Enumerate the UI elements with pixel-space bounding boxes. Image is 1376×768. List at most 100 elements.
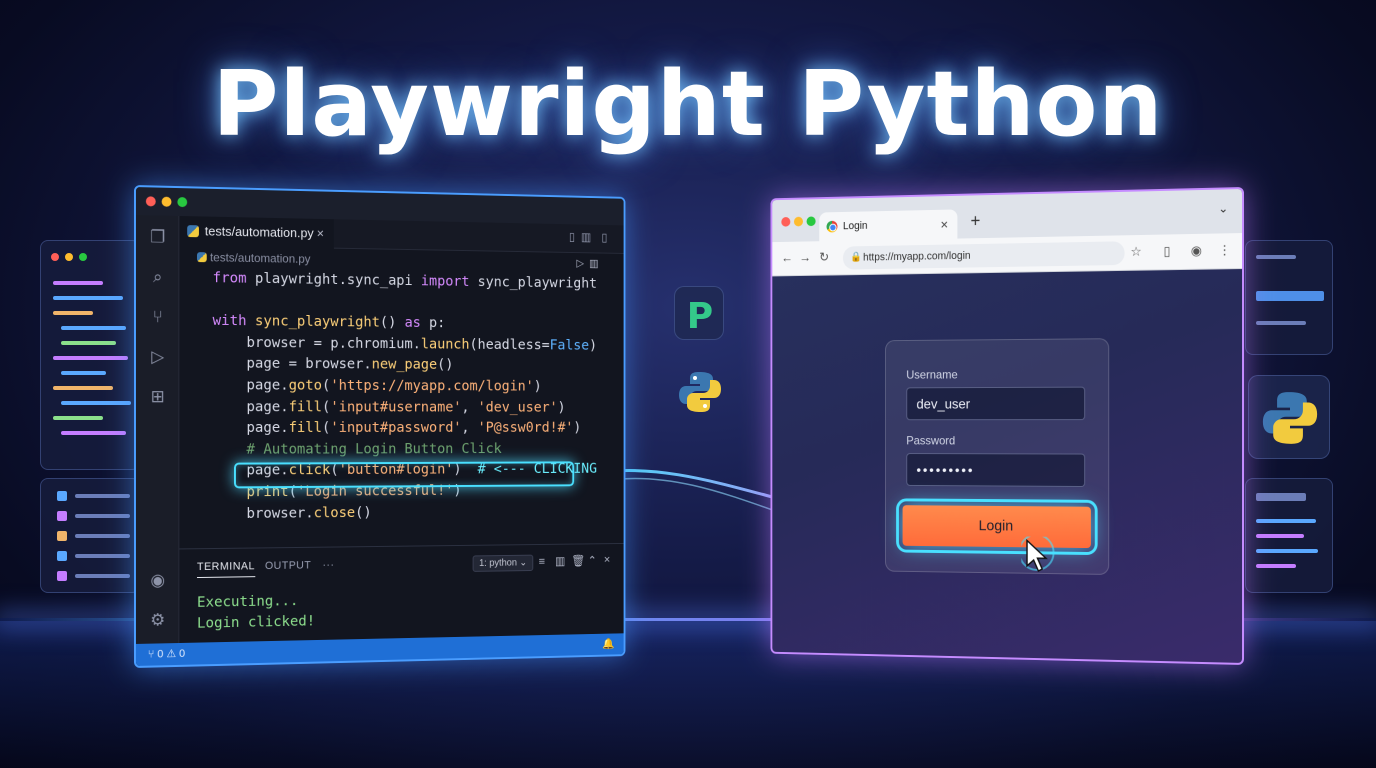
code-token: 'input#username' <box>330 399 462 415</box>
run-icon[interactable]: ▷ <box>576 257 584 270</box>
minimize-dot[interactable] <box>161 196 172 207</box>
code-token: , <box>461 399 478 415</box>
code-token: page. <box>212 377 289 394</box>
terminal-maximize-icon[interactable]: ⌃ <box>588 554 597 567</box>
close-dot[interactable] <box>145 196 156 207</box>
account-icon[interactable]: ◉ <box>148 571 168 591</box>
code-area[interactable]: from playwright.sync_api import sync_pla… <box>213 270 597 527</box>
maximize-dot[interactable] <box>806 216 816 227</box>
explorer-icon[interactable]: ❐ <box>148 227 168 247</box>
code-token: with <box>212 313 255 330</box>
source-control-icon[interactable]: ⑂ <box>148 307 168 327</box>
bell-icon[interactable]: 🔔 <box>602 634 614 655</box>
code-token: ) <box>557 399 566 416</box>
settings-gear-icon[interactable]: ⚙ <box>148 610 168 630</box>
background-panel-left-bottom <box>40 478 140 593</box>
code-token: launch <box>420 336 470 353</box>
more-icon[interactable]: ··· <box>322 559 334 571</box>
code-token: p: <box>429 315 446 332</box>
activity-bar: ❐ ⌕ ⑂ ▷ ⊞ ◉ ⚙ <box>135 215 180 644</box>
background-panel-left-top <box>40 240 140 470</box>
code-token: () <box>379 315 405 331</box>
code-token: 'input#password' <box>330 420 462 436</box>
tab-terminal[interactable]: TERMINAL <box>196 560 255 579</box>
code-token: 'https://myapp.com/login' <box>330 377 534 395</box>
login-card: Username dev_user Password ••••••••• Log… <box>885 338 1110 575</box>
reload-icon[interactable]: ↻ <box>819 250 829 266</box>
code-editor-window: ❐ ⌕ ⑂ ▷ ⊞ ◉ ⚙ tests/automation.py × ▯ ▥ … <box>134 185 626 668</box>
svg-text:P: P <box>687 296 713 337</box>
browser-tab-close-icon[interactable]: × <box>940 210 948 239</box>
code-token: browser. <box>212 505 314 522</box>
code-token: page. <box>212 398 289 415</box>
run-debug-icon[interactable]: ▷ <box>148 347 168 367</box>
profile-icon[interactable]: ◉ <box>1191 243 1202 259</box>
bookmark-star-icon[interactable]: ☆ <box>1130 244 1141 260</box>
code-line: page.fill('input#password', 'P@ssw0rd!#'… <box>213 420 597 441</box>
url-field[interactable]: 🔒 https://myapp.com/login <box>842 241 1125 270</box>
code-token: sync_playwright <box>477 274 597 292</box>
tab-automation-py[interactable]: tests/automation.py × <box>179 215 334 249</box>
code-token: playwright.sync_api <box>254 270 421 290</box>
code-token: ( <box>322 399 331 415</box>
code-token: ) <box>589 338 598 354</box>
url-text: https://myapp.com/login <box>863 249 971 264</box>
extensions-icon[interactable]: ⊞ <box>148 387 168 407</box>
code-token: goto <box>288 377 323 394</box>
sidebar-icon[interactable]: ▯ <box>1163 243 1170 259</box>
code-token: new_page <box>371 357 438 374</box>
minimize-dot[interactable] <box>793 216 803 227</box>
python-logo-right-icon <box>1248 375 1330 459</box>
terminal-menu-icon[interactable]: ≡ <box>539 554 545 568</box>
page-title: Playwright Python <box>212 52 1164 157</box>
code-line: browser = p.chromium.launch(headless=Fal… <box>213 335 597 359</box>
browser-tab-login[interactable]: Login × <box>819 209 958 242</box>
background-panel-right-bottom <box>1245 478 1333 593</box>
code-line: # Automating Login Button Click <box>213 441 597 463</box>
code-token: browser = p.chromium. <box>212 334 421 352</box>
python-file-icon <box>187 225 199 238</box>
code-token: page. <box>212 420 289 437</box>
code-token: ) <box>533 378 542 395</box>
python-logo-icon <box>676 368 724 416</box>
background-panel-right-top <box>1245 240 1333 355</box>
terminal-close-icon[interactable]: × <box>604 553 610 566</box>
code-token: fill <box>288 398 323 415</box>
code-line: browser.close() <box>213 503 597 528</box>
code-line: page.fill('input#username', 'dev_user') <box>213 399 597 421</box>
username-field[interactable]: dev_user <box>906 386 1086 421</box>
login-button[interactable]: Login <box>895 498 1098 556</box>
highlighted-line-box <box>233 461 575 489</box>
maximize-dot[interactable] <box>177 197 188 208</box>
back-icon[interactable]: ← <box>781 250 793 265</box>
terminal-split-icon[interactable]: ▥ <box>555 554 565 568</box>
search-icon[interactable]: ⌕ <box>148 267 168 287</box>
layout-icon[interactable]: ▥ <box>581 230 591 244</box>
code-token: import <box>420 273 478 290</box>
close-dot[interactable] <box>781 216 791 227</box>
tab-list-chevron-icon[interactable]: ⌄ <box>1218 201 1228 215</box>
panel-icon[interactable]: ▯ <box>602 231 608 244</box>
password-field[interactable]: ••••••••• <box>906 453 1086 488</box>
terminal-selector[interactable]: 1: python ⌄ <box>472 554 534 572</box>
code-token: False <box>549 337 590 354</box>
new-tab-button[interactable]: + <box>970 211 980 232</box>
code-line: page.goto('https://myapp.com/login') <box>213 377 597 400</box>
menu-icon[interactable]: ⋮ <box>1218 242 1231 258</box>
forward-icon[interactable]: → <box>799 250 811 265</box>
split-icon[interactable]: ▥ <box>589 257 598 270</box>
terminal-trash-icon[interactable]: 🗑 <box>571 554 585 568</box>
tab-output[interactable]: OUTPUT <box>265 560 311 572</box>
split-editor-icon[interactable]: ▯ <box>569 230 575 244</box>
code-token: () <box>437 357 454 374</box>
code-token: # Automating Login Button Click <box>212 441 502 458</box>
password-label: Password <box>906 433 956 448</box>
code-token: ( <box>322 420 331 436</box>
code-token: close <box>313 504 356 521</box>
terminal-line: Executing... <box>196 593 299 611</box>
tab-close-icon[interactable]: × <box>317 219 324 249</box>
lock-icon: 🔒 <box>850 251 862 263</box>
terminal-output: Executing... Login clicked! <box>197 591 315 635</box>
code-token: as <box>404 315 430 332</box>
status-text[interactable]: ⑂ 0 ⚠ 0 <box>148 648 185 661</box>
